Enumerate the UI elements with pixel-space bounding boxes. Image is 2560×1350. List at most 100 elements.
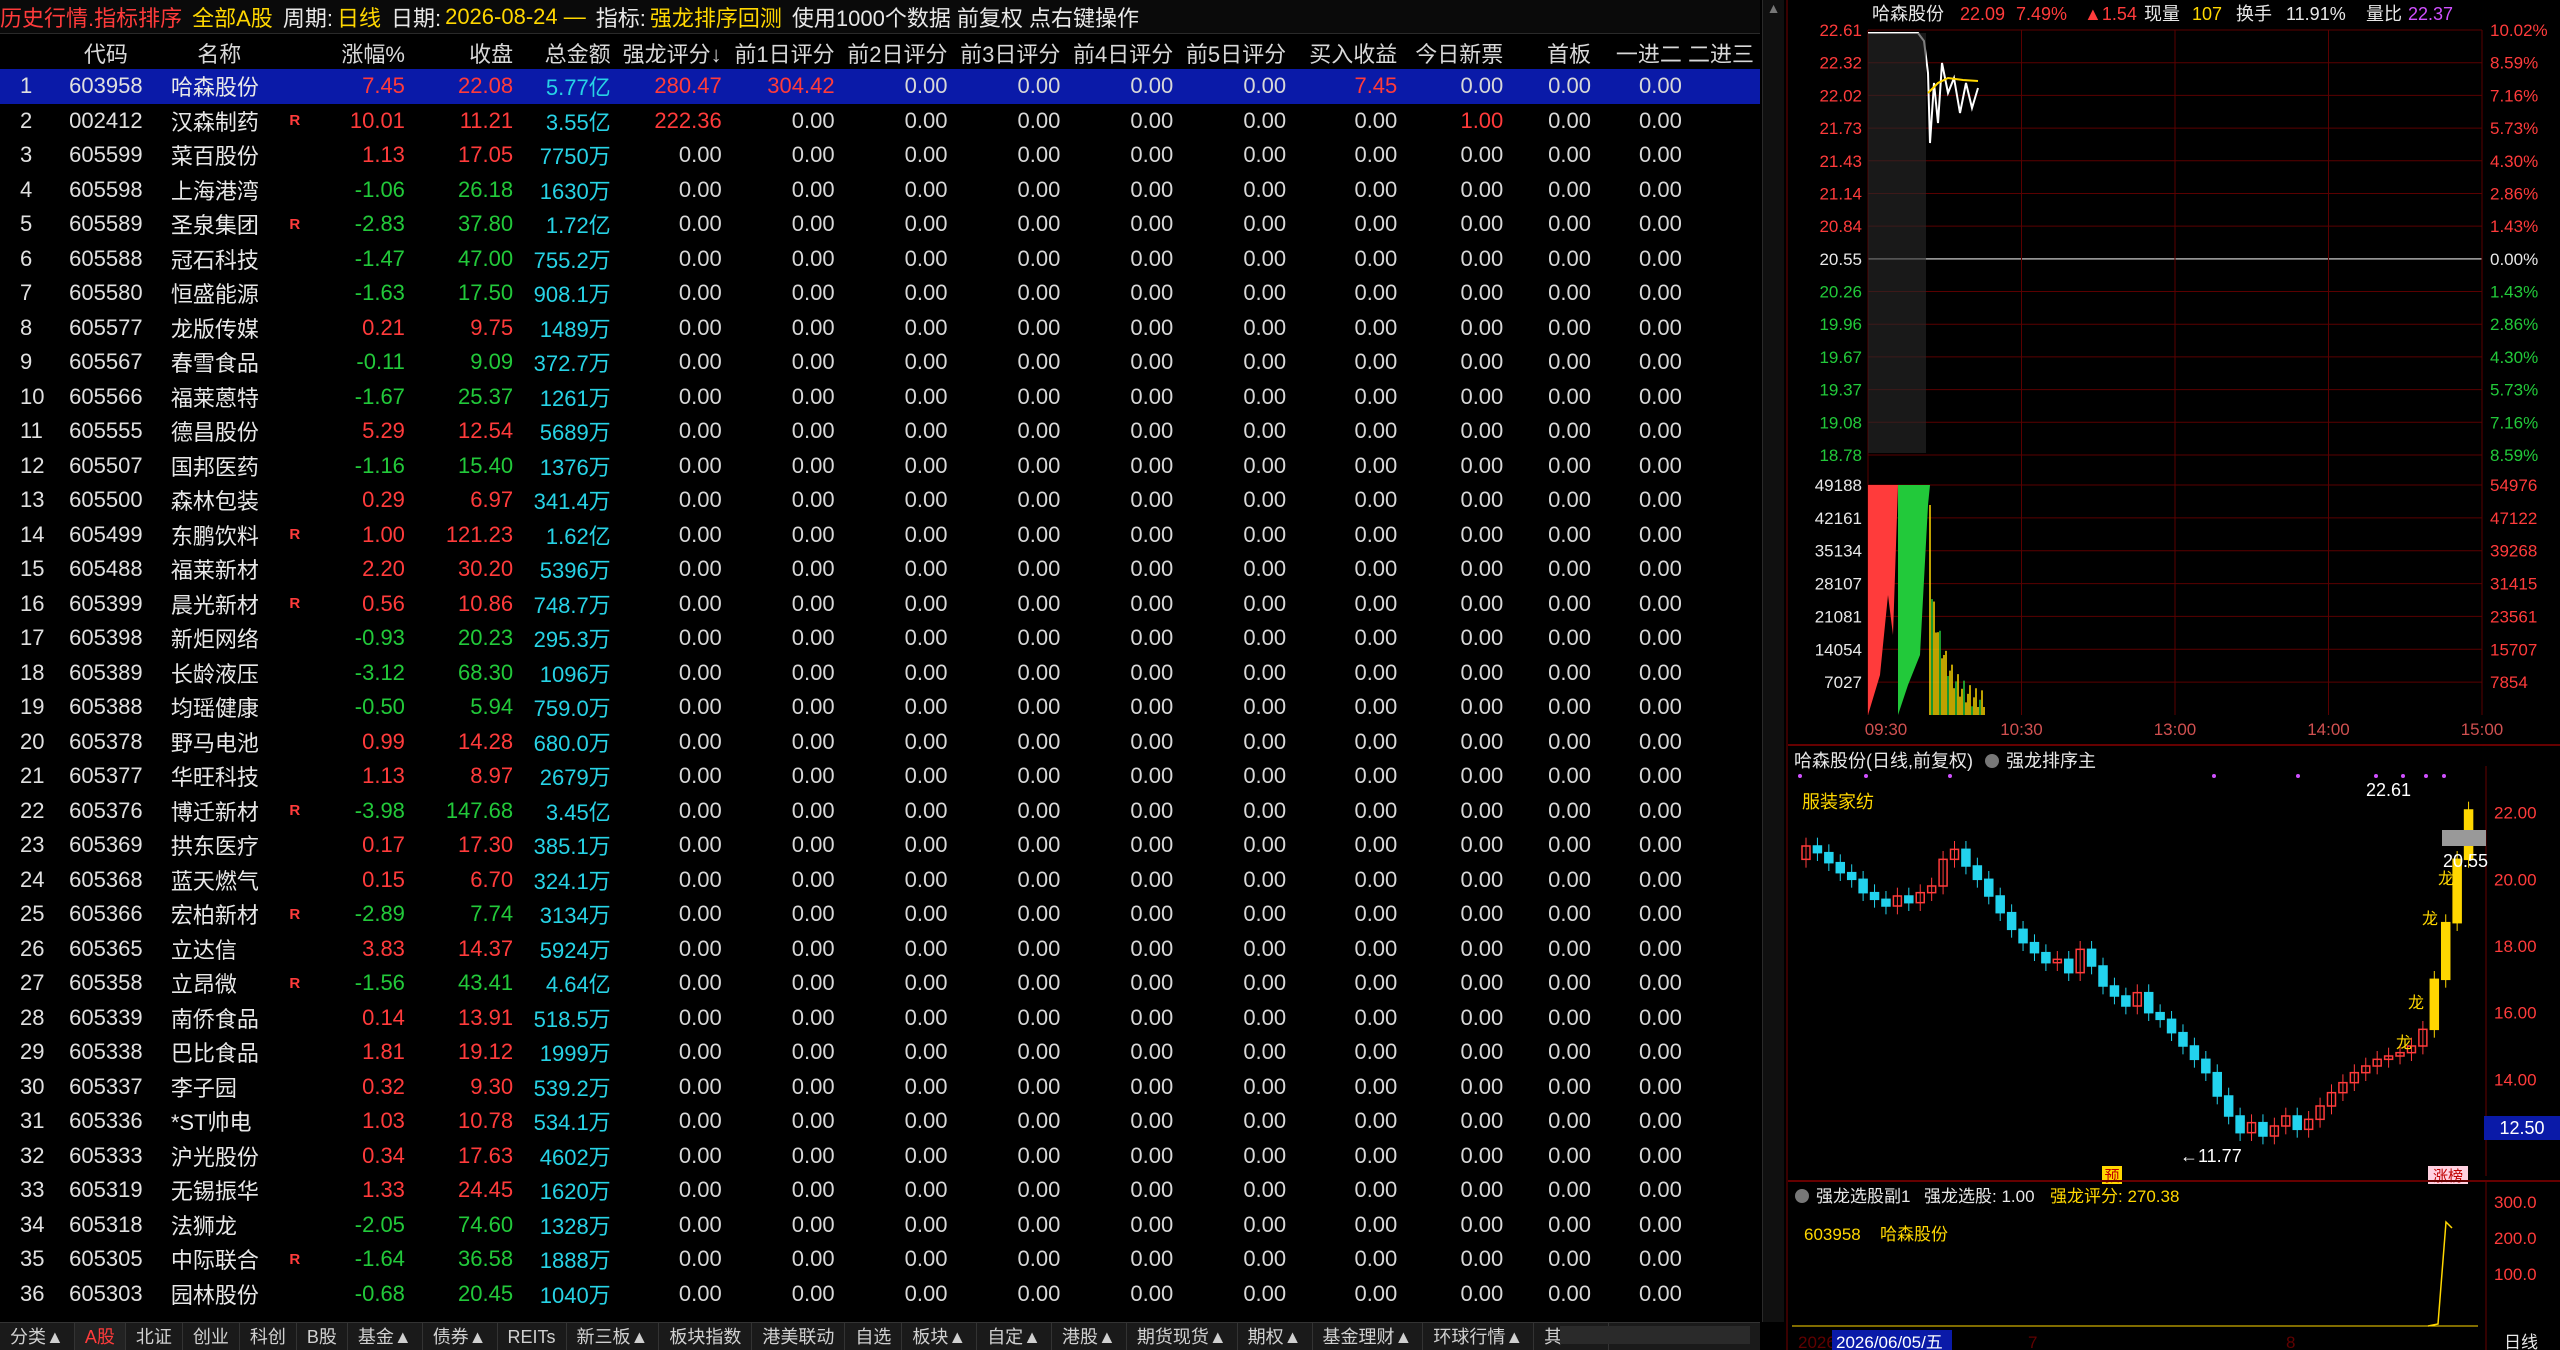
- kline-chart[interactable]: 哈森股份(日线,前复权) 强龙排序主 服装家纺 22.00 20.00 18.00 16.0…: [1788, 744, 2560, 1185]
- tab-8[interactable]: REITs: [498, 1322, 567, 1350]
- col-header-chg[interactable]: 涨幅%: [312, 36, 411, 69]
- tab-14[interactable]: 自定▲: [977, 1322, 1053, 1350]
- tab-5[interactable]: B股: [297, 1322, 348, 1350]
- col-header-code[interactable]: 代码: [57, 36, 161, 69]
- col-header-score[interactable]: 强龙评分↓: [617, 36, 728, 69]
- one-to-two: 0.00: [1639, 418, 1682, 444]
- table-row[interactable]: 1 603958 哈森股份 7.45 22.08 5.77亿 280.47 304.42 0.0…: [0, 69, 1760, 104]
- margin-flag: R: [289, 802, 301, 820]
- buy-return: 0.00: [1354, 280, 1398, 306]
- table-row[interactable]: 30 605337 李子园 0.32 9.30 539.2万 0.00 0.00 0.00 0.0…: [0, 1070, 1760, 1105]
- tab-12[interactable]: 自选: [845, 1322, 903, 1350]
- tab-6[interactable]: 基金▲: [348, 1322, 423, 1350]
- table-row[interactable]: 11 605555 德昌股份 5.29 12.54 5689万 0.00 0.00 0.00 0.…: [0, 414, 1760, 449]
- one-to-two: 0.00: [1639, 590, 1682, 616]
- table-row[interactable]: 5 605589 圣泉集团 R -2.83 37.80 1.72亿 0.00 0.00 0.00 0…: [0, 207, 1760, 242]
- tab-16[interactable]: 期货现货▲: [1127, 1322, 1238, 1350]
- table-row[interactable]: 25 605366 宏柏新材 R -2.89 7.74 3134万 0.00 0.00 0.00 0…: [0, 897, 1760, 932]
- col-header-buy[interactable]: 买入收益: [1292, 36, 1403, 69]
- col-header-name[interactable]: 名称: [161, 36, 284, 69]
- table-row[interactable]: 12 605507 国邦医药 -1.16 15.40 1376万 0.00 0.00 0.00 0…: [0, 449, 1760, 484]
- intraday-chart[interactable]: 哈森股份 22.09 7.49% ▲1.54 现量 107 换手 11.91% 量比 22.37 2…: [1788, 0, 2560, 740]
- tab-1[interactable]: A股: [74, 1322, 126, 1350]
- table-row[interactable]: 19 605388 均瑶健康 -0.50 5.94 759.0万 0.00 0.00 0.00 0…: [0, 690, 1760, 725]
- margin-flag: [284, 173, 312, 208]
- table-row[interactable]: 8 605577 龙版传媒 0.21 9.75 1489万 0.00 0.00 0.00 0.00…: [0, 311, 1760, 346]
- tab-13[interactable]: 板块▲: [902, 1322, 978, 1350]
- col-header-p5[interactable]: 前5日评分: [1179, 36, 1292, 69]
- table-row[interactable]: 34 605318 法狮龙 -2.05 74.60 1328万 0.00 0.00 0.00 0.…: [0, 1208, 1760, 1243]
- tab-0[interactable]: 分类▲: [0, 1322, 75, 1350]
- col-header-p4[interactable]: 前4日评分: [1066, 36, 1179, 69]
- tab-11[interactable]: 港美联动: [752, 1322, 846, 1350]
- col-header-amt[interactable]: 总金额: [519, 36, 617, 69]
- col-header-j23[interactable]: 二进三: [1688, 36, 1760, 69]
- table-row[interactable]: 27 605358 立昂微 R -1.56 43.41 4.64亿 0.00 0.00 0.00 0…: [0, 966, 1760, 1001]
- col-header-newt[interactable]: 今日新票: [1403, 36, 1509, 69]
- col-header-close[interactable]: 收盘: [411, 36, 519, 69]
- table-row[interactable]: 9 605567 春雪食品 -0.11 9.09 372.7万 0.00 0.00 0.00 0.…: [0, 345, 1760, 380]
- table-row[interactable]: 26 605365 立达信 3.83 14.37 5924万 0.00 0.00 0.00 0.0…: [0, 932, 1760, 967]
- indicator-value[interactable]: 强龙排序回测: [650, 1, 782, 33]
- table-row[interactable]: 6 605588 冠石科技 -1.47 47.00 755.2万 0.00 0.00 0.00 0…: [0, 242, 1760, 277]
- tab-4[interactable]: 科创: [240, 1322, 297, 1350]
- col-header-first[interactable]: 首板: [1509, 36, 1597, 69]
- table-row[interactable]: 7 605580 恒盛能源 -1.63 17.50 908.1万 0.00 0.00 0.00 0…: [0, 276, 1760, 311]
- col-header-j12[interactable]: 一进二: [1597, 36, 1688, 69]
- table-row[interactable]: 22 605376 博迁新材 R -3.98 147.68 3.45亿 0.00 0.00 0.0…: [0, 794, 1760, 829]
- table-row[interactable]: 20 605378 野马电池 0.99 14.28 680.0万 0.00 0.00 0.00 0…: [0, 725, 1760, 760]
- today-new: 0.00: [1460, 176, 1504, 202]
- tab-10[interactable]: 板块指数: [659, 1322, 753, 1350]
- table-row[interactable]: 17 605398 新炬网络 -0.93 20.23 295.3万 0.00 0.00 0.00…: [0, 621, 1760, 656]
- table-vertical-scrollbar[interactable]: ▲: [1762, 0, 1784, 1322]
- tab-19[interactable]: 环球行情▲: [1423, 1322, 1535, 1350]
- period-value[interactable]: 日线: [337, 1, 381, 33]
- prev1-score: 0.00: [791, 452, 835, 478]
- table-row[interactable]: 16 605399 晨光新材 R 0.56 10.86 748.7万 0.00 0.00 0.00…: [0, 587, 1760, 622]
- scroll-up-icon[interactable]: ▲: [1763, 0, 1784, 16]
- table-row[interactable]: 23 605369 拱东医疗 0.17 17.30 385.1万 0.00 0.00 0.00 0…: [0, 828, 1760, 863]
- prev4-score: 0.00: [1130, 728, 1174, 754]
- stock-name: 福莱蒽特: [170, 385, 259, 411]
- date-value[interactable]: 2026-08-24 —: [445, 4, 586, 30]
- total-amount: 5924万: [539, 937, 611, 963]
- table-row[interactable]: 10 605566 福莱蒽特 -1.67 25.37 1261万 0.00 0.00 0.00 0…: [0, 380, 1760, 415]
- indicator-chart[interactable]: 强龙选股副1 强龙选股: 1.00 强龙评分: 270.38 603958 哈森股份 30…: [1788, 1180, 2560, 1350]
- col-header-p3[interactable]: 前3日评分: [953, 36, 1066, 69]
- price-tick-label: 18.78: [1819, 446, 1862, 465]
- signal-dot: [2442, 774, 2446, 778]
- table-row[interactable]: 18 605389 长龄液压 -3.12 68.30 1096万 0.00 0.00 0.00 0…: [0, 656, 1760, 691]
- table-row[interactable]: 2 002412 汉森制药 R 10.01 11.21 3.55亿 222.36 0.00 0.0…: [0, 104, 1760, 139]
- indicator-toggle-icon: [1985, 754, 1999, 768]
- tab-2[interactable]: 北证: [126, 1322, 183, 1350]
- table-row[interactable]: 3 605599 菜百股份 1.13 17.05 7750万 0.00 0.00 0.00 0.0…: [0, 138, 1760, 173]
- table-row[interactable]: 31 605336 *ST帅电 1.03 10.78 534.1万 0.00 0.00 0.00…: [0, 1104, 1760, 1139]
- col-header-p1[interactable]: 前1日评分: [728, 36, 841, 69]
- table-row[interactable]: 14 605499 东鹏饮料 R 1.00 121.23 1.62亿 0.00 0.00 0.00…: [0, 518, 1760, 553]
- table-row[interactable]: 35 605305 中际联合 R -1.64 36.58 1888万 0.00 0.00 0.00…: [0, 1242, 1760, 1277]
- table-row[interactable]: 36 605303 园林股份 -0.68 20.45 1040万 0.00 0.00 0.00 0…: [0, 1277, 1760, 1312]
- tab-18[interactable]: 基金理财▲: [1313, 1322, 1424, 1350]
- tab-7[interactable]: 债券▲: [423, 1322, 498, 1350]
- tab-horizontal-scrollbar[interactable]: [1560, 1326, 1750, 1344]
- table-row[interactable]: 32 605333 沪光股份 0.34 17.63 4602万 0.00 0.00 0.00 0.…: [0, 1139, 1760, 1174]
- col-header-no[interactable]: [0, 36, 57, 69]
- tab-15[interactable]: 港股▲: [1052, 1322, 1127, 1350]
- stock-code: 605388: [69, 694, 143, 720]
- table-row[interactable]: 13 605500 森林包装 0.29 6.97 341.4万 0.00 0.00 0.00 0.…: [0, 483, 1760, 518]
- table-row[interactable]: 28 605339 南侨食品 0.14 13.91 518.5万 0.00 0.00 0.00 0…: [0, 1001, 1760, 1036]
- market-selector[interactable]: 全部A股: [192, 1, 273, 33]
- tab-3[interactable]: 创业: [183, 1322, 240, 1350]
- table-row[interactable]: 21 605377 华旺科技 1.13 8.97 2679万 0.00 0.00 0.00 0.0…: [0, 759, 1760, 794]
- tab-17[interactable]: 期权▲: [1238, 1322, 1313, 1350]
- table-row[interactable]: 29 605338 巴比食品 1.81 19.12 1999万 0.00 0.00 0.00 0.…: [0, 1035, 1760, 1070]
- table-row[interactable]: 15 605488 福莱新材 2.20 30.20 5396万 0.00 0.00 0.00 0.…: [0, 552, 1760, 587]
- dragon-score: 0.00: [678, 521, 722, 547]
- candle-body: [1824, 851, 1834, 864]
- table-row[interactable]: 24 605368 蓝天燃气 0.15 6.70 324.1万 0.00 0.00 0.00 0.…: [0, 863, 1760, 898]
- table-row[interactable]: 4 605598 上海港湾 -1.06 26.18 1630万 0.00 0.00 0.00 0.…: [0, 173, 1760, 208]
- tab-9[interactable]: 新三板▲: [567, 1322, 660, 1350]
- table-row[interactable]: 33 605319 无锡振华 1.33 24.45 1620万 0.00 0.00 0.00 0.…: [0, 1173, 1760, 1208]
- col-header-p2[interactable]: 前2日评分: [841, 36, 954, 69]
- col-header-r[interactable]: [284, 36, 312, 69]
